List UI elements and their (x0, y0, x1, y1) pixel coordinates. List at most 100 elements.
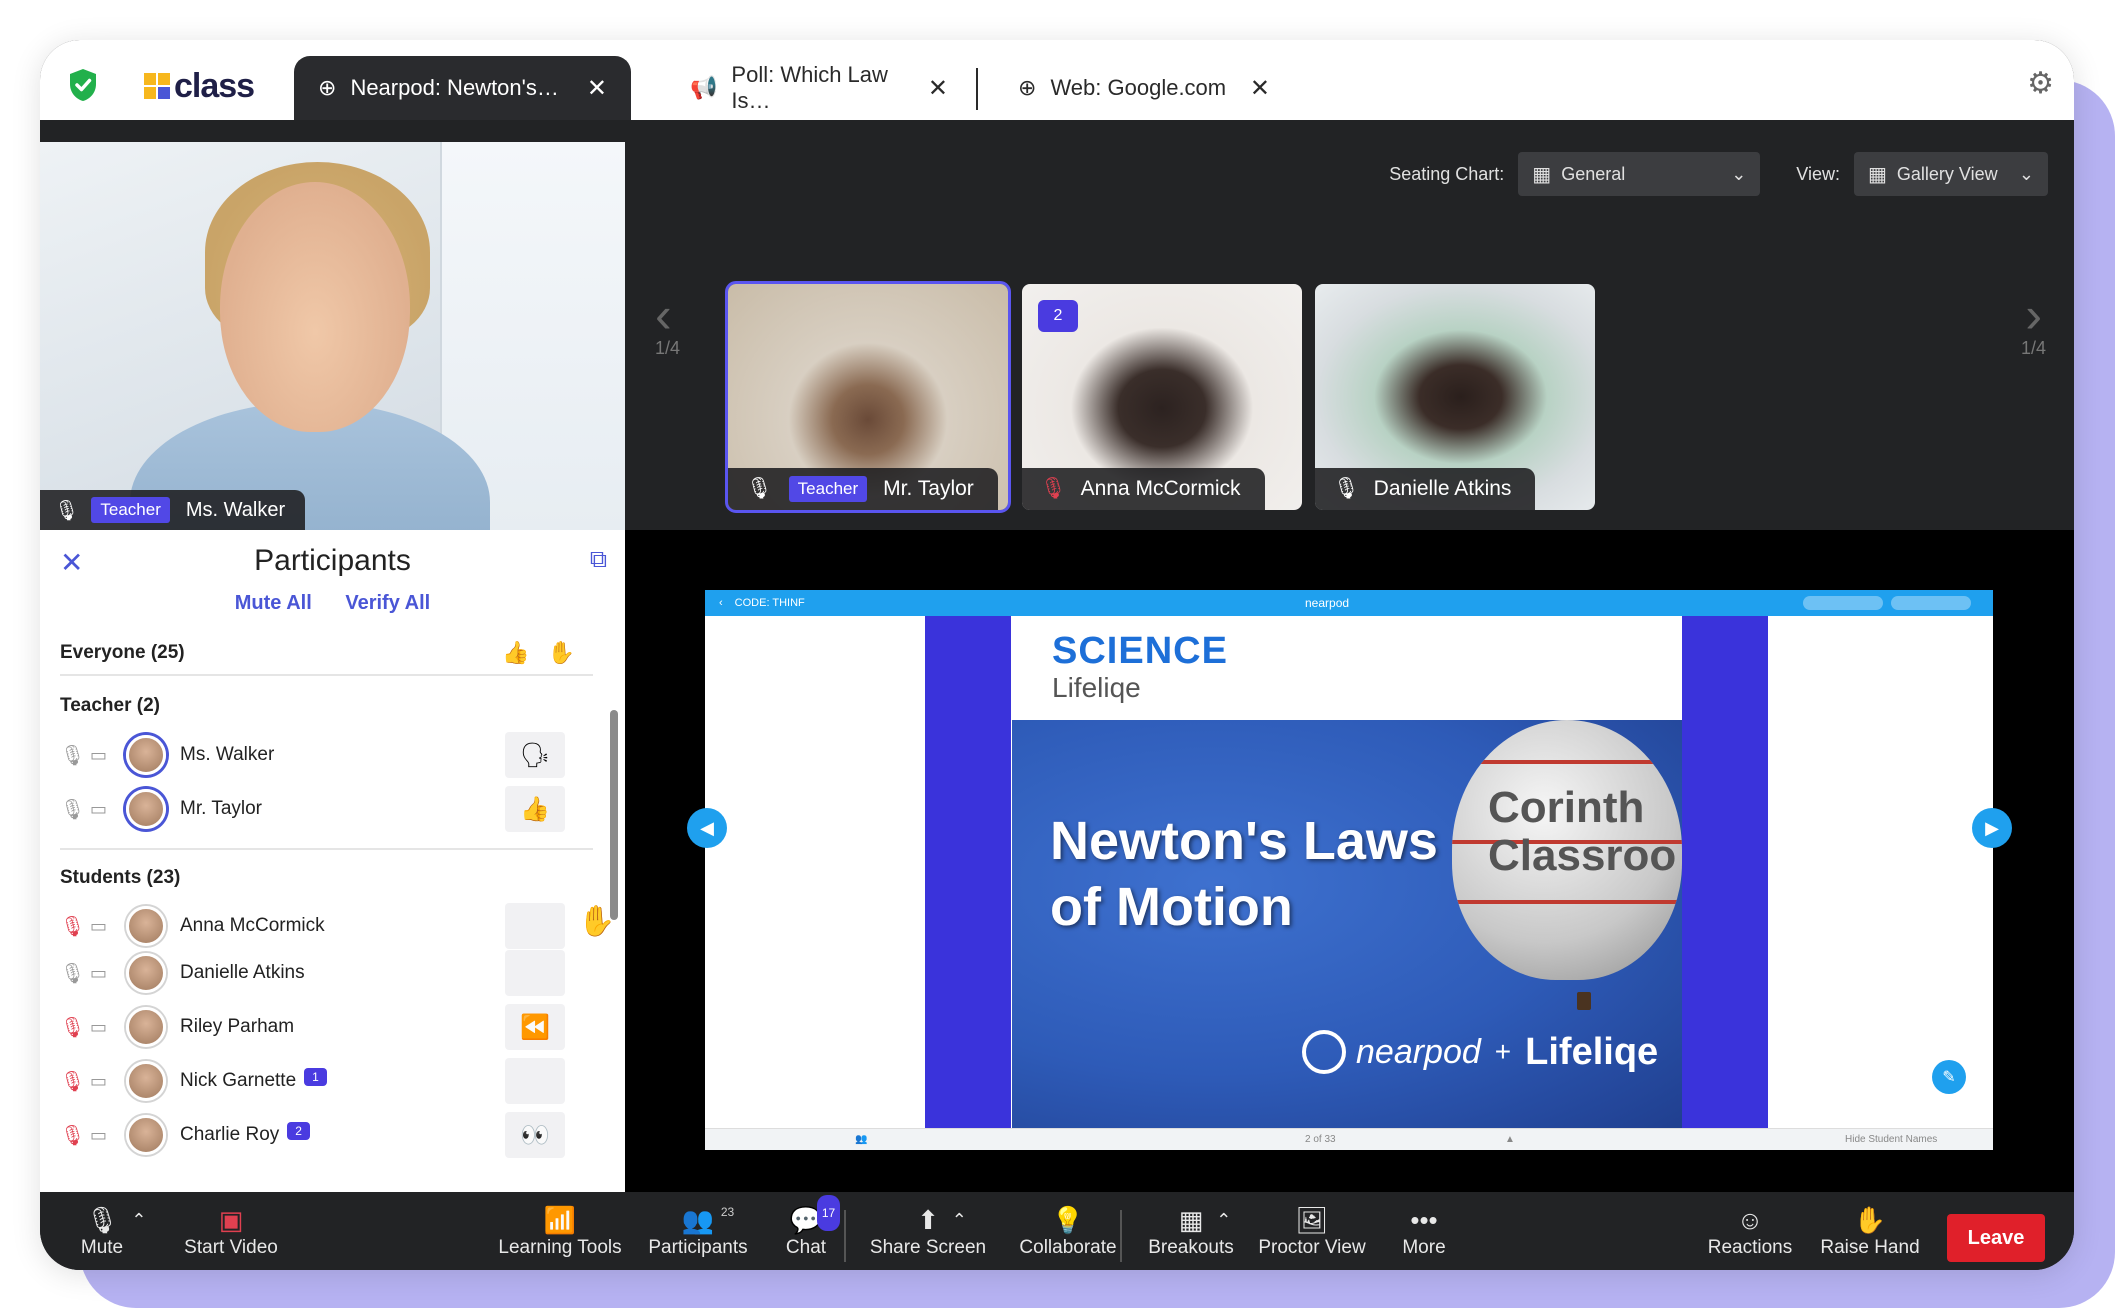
mic-off-icon[interactable]: 🎙 (60, 1123, 85, 1148)
popout-icon[interactable]: ⧉ (590, 546, 607, 574)
more-button[interactable]: ••• More (1382, 1192, 1466, 1270)
participant-row[interactable]: 🎙 ▭ Ms. Walker 🗣 (60, 728, 625, 782)
shared-screen[interactable]: ‹ CODE: THINF nearpod SCIENCE Lifeliqe C… (705, 590, 1993, 1150)
participant-name: Mr. Taylor (180, 798, 263, 819)
raise-hand-icon[interactable]: ✋ (548, 640, 593, 665)
nearpod-brand: nearpod (1305, 596, 1350, 610)
mute-button[interactable]: 🎙 ⌃ Mute (64, 1192, 147, 1270)
tab-web[interactable]: ⊕ Web: Google.com ✕ (994, 56, 1294, 120)
close-tab-icon[interactable]: ✕ (928, 74, 948, 103)
mic-off-icon[interactable]: 🎙 (60, 1015, 85, 1040)
security-shield-icon (70, 69, 96, 101)
student-group-label: Students (23) (60, 867, 181, 888)
panel-header: ✕ Participants ⧉ (40, 530, 625, 592)
panel-actions: Mute All Verify All (40, 592, 625, 632)
prev-page-icon[interactable]: ‹ (655, 286, 672, 344)
video-tile[interactable]: 🎙 Teacher Mr. Taylor (725, 281, 1011, 513)
more-icon: ••• (1410, 1205, 1438, 1235)
mic-icon[interactable]: 🎙 (60, 743, 85, 768)
balloon-basket (1577, 992, 1591, 1010)
thumbs-up-icon: 👍 (505, 786, 565, 832)
chevron-up-icon[interactable]: ⌃ (131, 1203, 146, 1237)
tab-poll[interactable]: 📢 Poll: Which Law Is… ✕ (666, 56, 972, 120)
mic-off-icon[interactable]: 🎙 (60, 1069, 85, 1094)
next-slide-button[interactable]: ▶ (1972, 808, 2012, 848)
participant-row[interactable]: 🎙 ▭ Nick Garnette 1 (60, 1054, 625, 1108)
video-gallery: ‹ 1/4 🎙 Teacher Mr. Taylor 2 🎙 Anna McCo… (625, 206, 2074, 530)
gear-icon[interactable]: ⚙ (2027, 66, 2054, 101)
eyes-icon: 👀 (505, 1112, 565, 1158)
close-tab-icon[interactable]: ✕ (587, 74, 607, 103)
learning-tools-button[interactable]: 📶 Learning Tools (492, 1192, 628, 1270)
teacher-group: Teacher (2) (60, 684, 593, 728)
prev-slide-button[interactable]: ◀ (687, 808, 727, 848)
start-video-button[interactable]: ▣ Start Video (166, 1192, 296, 1270)
chevron-up-icon[interactable]: ⌃ (1216, 1203, 1231, 1237)
participant-row[interactable]: 🎙 ▭ Charlie Roy 2 👀 (60, 1108, 625, 1162)
video-label: 🎙 Teacher Ms. Walker (40, 490, 306, 530)
avatar (126, 1061, 166, 1101)
participant-name: Nick Garnette (180, 1070, 297, 1091)
mute-all-link[interactable]: Mute All (235, 592, 312, 614)
camera-icon[interactable]: ▭ (90, 1125, 116, 1146)
leave-button[interactable]: Leave (1947, 1214, 2045, 1262)
video-tile[interactable]: 🎙 Danielle Atkins (1315, 284, 1595, 510)
thumbs-up-icon[interactable]: 👍 (502, 640, 547, 665)
open-whiteboard-button[interactable] (1803, 596, 1883, 610)
camera-icon[interactable]: ▭ (90, 1071, 116, 1092)
add-activity-button[interactable] (1891, 596, 1971, 610)
slide-body: Corinth Classroo Newton's Laws of Motion… (1012, 720, 1682, 1128)
participant-row[interactable]: 🎙 ▭ Mr. Taylor 👍 (60, 782, 625, 836)
participants-button[interactable]: 👥 23 Participants (636, 1192, 760, 1270)
hide-names-toggle[interactable]: Hide Student Names (1845, 1134, 1937, 1145)
camera-icon[interactable]: ▭ (90, 1017, 116, 1038)
tab-bar: class ⊕ Nearpod: Newton's… ✕ 📢 Poll: Whi… (40, 40, 2074, 120)
camera-icon[interactable]: ▭ (90, 963, 116, 984)
chevron-up-icon[interactable]: ⌃ (952, 1203, 967, 1237)
scrollbar[interactable] (610, 710, 618, 920)
camera-icon[interactable]: ▭ (90, 916, 116, 937)
panel-title: Participants (254, 544, 411, 577)
participant-row[interactable]: 🎙 ▭ Anna McCormick ✋ (60, 903, 625, 949)
reactions-button[interactable]: ☺ Reactions (1698, 1192, 1802, 1270)
teacher-face (220, 182, 410, 432)
raise-hand-button[interactable]: ✋ Raise Hand (1812, 1192, 1928, 1270)
up-chevron-icon[interactable]: ▲ (1505, 1134, 1515, 1145)
breakouts-button[interactable]: ▦ ⌃ Breakouts (1134, 1192, 1248, 1270)
status-box (505, 903, 565, 949)
mic-off-icon[interactable]: 🎙 (60, 914, 85, 939)
slide-border-right (1682, 616, 1768, 1128)
mic-icon[interactable]: 🎙 (60, 961, 85, 986)
group-divider (60, 838, 593, 850)
chat-button[interactable]: 💬 17 Chat (774, 1192, 841, 1270)
globe-icon: ⊕ (318, 75, 337, 100)
participant-row[interactable]: 🎙 ▭ Danielle Atkins (60, 946, 625, 1000)
teacher-video[interactable]: 🎙 Teacher Ms. Walker (40, 142, 625, 530)
mic-icon: 🎙 (746, 477, 773, 500)
logo-text: class (174, 66, 255, 105)
mic-icon[interactable]: 🎙 (60, 797, 85, 822)
collaborate-button[interactable]: 💡 Collaborate (1000, 1192, 1136, 1270)
participant-row[interactable]: 🎙 ▭ Riley Parham ⏪ (60, 1000, 625, 1054)
camera-icon[interactable]: ▭ (90, 799, 116, 820)
people-icon: 👥 23 (681, 1205, 735, 1235)
verify-all-link[interactable]: Verify All (345, 592, 430, 614)
pencil-icon[interactable]: ✎ (1932, 1060, 1966, 1094)
back-chevron-icon[interactable]: ‹ (719, 597, 723, 609)
next-page-icon[interactable]: › (2025, 286, 2042, 344)
video-tile[interactable]: 2 🎙 Anna McCormick (1022, 284, 1302, 510)
tab-nearpod[interactable]: ⊕ Nearpod: Newton's… ✕ (294, 56, 631, 120)
speaking-icon: 🗣 (505, 732, 565, 778)
mic-icon: 🎙 (54, 499, 80, 522)
share-screen-button[interactable]: ⬆ ⌃ Share Screen (858, 1192, 998, 1270)
everyone-label: Everyone (25) (60, 642, 185, 663)
camera-icon[interactable]: ▭ (90, 745, 116, 766)
seating-chart-dropdown[interactable]: ▦ General ⌄ (1518, 152, 1761, 196)
proctor-view-button[interactable]: 🖼 Proctor View (1250, 1192, 1374, 1270)
nearpod-top-bar: ‹ CODE: THINF nearpod (705, 590, 1993, 616)
teacher-group-label: Teacher (2) (60, 695, 160, 716)
view-dropdown[interactable]: ▦ Gallery View ⌄ (1854, 152, 2048, 196)
avatar (126, 906, 166, 946)
mic-icon: 🎙 (1333, 477, 1360, 500)
close-tab-icon[interactable]: ✕ (1250, 74, 1270, 103)
